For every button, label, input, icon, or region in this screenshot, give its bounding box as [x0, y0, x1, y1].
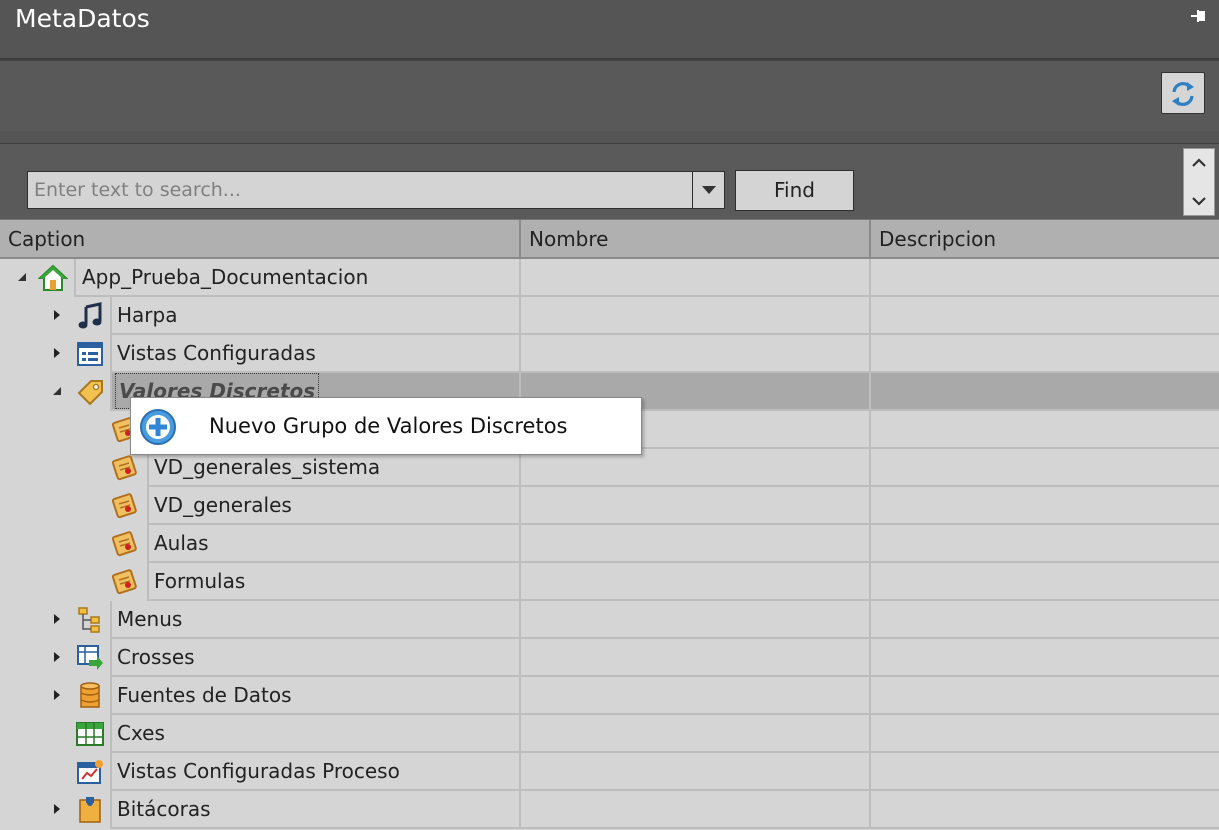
descripcion-cell[interactable]	[871, 715, 1219, 753]
collapsed-arrow-icon[interactable]	[51, 651, 63, 663]
descripcion-cell[interactable]	[871, 373, 1219, 411]
form-list-icon	[75, 339, 105, 369]
tree-node-label: Formulas	[154, 569, 246, 593]
tree-row[interactable]: VD_generales	[0, 487, 1219, 525]
tree-node-label: Aulas	[154, 531, 209, 555]
search-dropdown-button[interactable]	[692, 171, 725, 209]
nombre-cell[interactable]	[521, 487, 871, 525]
chevron-up-icon[interactable]	[1191, 155, 1207, 171]
pin-icon[interactable]	[1190, 8, 1208, 26]
value-group-icon	[110, 529, 140, 559]
tree-node-label: Crosses	[117, 645, 195, 669]
expanded-arrow-icon[interactable]	[16, 271, 28, 283]
tree-row[interactable]: Cxes	[0, 715, 1219, 753]
tree-node-label: Menus	[117, 607, 183, 631]
tree-node-label: App_Prueba_Documentacion	[82, 265, 369, 289]
collapsed-arrow-icon[interactable]	[51, 613, 63, 625]
tree-row[interactable]: Formulas	[0, 563, 1219, 601]
tree-row[interactable]: Vistas Configuradas Proceso	[0, 753, 1219, 791]
descripcion-cell[interactable]	[871, 639, 1219, 677]
nombre-cell[interactable]	[521, 259, 871, 297]
descripcion-cell[interactable]	[871, 563, 1219, 601]
nombre-cell[interactable]	[521, 525, 871, 563]
descripcion-cell[interactable]	[871, 677, 1219, 715]
refresh-button[interactable]	[1161, 72, 1205, 114]
value-group-icon	[110, 567, 140, 597]
chevron-down-icon[interactable]	[1191, 193, 1207, 209]
descripcion-cell[interactable]	[871, 791, 1219, 829]
nombre-cell[interactable]	[521, 715, 871, 753]
toolbar	[0, 59, 1219, 133]
tree-row[interactable]: Crosses	[0, 639, 1219, 677]
value-group-icon	[110, 491, 140, 521]
tag-icon	[75, 377, 105, 407]
crosses-icon	[75, 643, 105, 673]
tree-row[interactable]: Harpa	[0, 297, 1219, 335]
tree-row[interactable]: Aulas	[0, 525, 1219, 563]
descripcion-cell[interactable]	[871, 411, 1219, 449]
descripcion-cell[interactable]	[871, 449, 1219, 487]
add-circle-icon	[140, 409, 176, 445]
descripcion-cell[interactable]	[871, 297, 1219, 335]
tree-node-label: Vistas Configuradas	[117, 341, 316, 365]
grid-icon	[75, 719, 105, 749]
nombre-cell[interactable]	[521, 297, 871, 335]
menu-tree-icon	[75, 605, 105, 635]
expanded-arrow-icon[interactable]	[51, 385, 63, 397]
collapsed-arrow-icon[interactable]	[51, 689, 63, 701]
nombre-cell[interactable]	[521, 791, 871, 829]
caption-cell[interactable]	[110, 715, 521, 753]
descripcion-cell[interactable]	[871, 601, 1219, 639]
search-input[interactable]	[27, 171, 693, 209]
tree-node-label: Bitácoras	[117, 797, 211, 821]
nombre-cell[interactable]	[521, 753, 871, 791]
descripcion-cell[interactable]	[871, 487, 1219, 525]
collapsed-arrow-icon[interactable]	[51, 803, 63, 815]
home-icon	[37, 263, 69, 293]
grid-header: Caption Nombre Descripcion	[0, 219, 1219, 259]
music-note-icon	[75, 301, 105, 331]
context-menu-item-new-group[interactable]: Nuevo Grupo de Valores Discretos	[209, 398, 568, 454]
panel-title: MetaDatos	[15, 4, 150, 33]
column-header-descripcion[interactable]: Descripcion	[871, 220, 1219, 258]
panel-title-bar: MetaDatos	[0, 0, 1219, 59]
database-icon	[75, 681, 105, 711]
tree-row[interactable]: Fuentes de Datos	[0, 677, 1219, 715]
nombre-cell[interactable]	[521, 335, 871, 373]
tree-row[interactable]: Vistas Configuradas	[0, 335, 1219, 373]
process-view-icon	[75, 757, 105, 787]
nombre-cell[interactable]	[521, 677, 871, 715]
nombre-cell[interactable]	[521, 563, 871, 601]
tree-row[interactable]: Bitácoras	[0, 791, 1219, 829]
collapsed-arrow-icon[interactable]	[51, 347, 63, 359]
column-header-nombre[interactable]: Nombre	[521, 220, 871, 258]
context-menu: Nuevo Grupo de Valores Discretos	[130, 397, 642, 455]
tree-node-label: VD_generales	[154, 493, 292, 517]
value-group-icon	[110, 453, 140, 483]
tree-node-label: Vistas Configuradas Proceso	[117, 759, 400, 783]
tree-row[interactable]: Menus	[0, 601, 1219, 639]
tree-grid: App_Prueba_Documentacion Harpa Vistas Conf…	[0, 259, 1219, 830]
descripcion-cell[interactable]	[871, 753, 1219, 791]
column-header-caption[interactable]: Caption	[0, 220, 521, 258]
panel-separator	[0, 131, 1219, 143]
collapsed-arrow-icon[interactable]	[51, 309, 63, 321]
descripcion-cell[interactable]	[871, 259, 1219, 297]
nombre-cell[interactable]	[521, 601, 871, 639]
vertical-scroller[interactable]	[1183, 148, 1215, 216]
tree-node-label: Cxes	[117, 721, 165, 745]
descripcion-cell[interactable]	[871, 335, 1219, 373]
find-button[interactable]: Find	[735, 170, 854, 211]
search-panel: Find	[0, 143, 1219, 220]
nombre-cell[interactable]	[521, 639, 871, 677]
log-book-icon	[75, 795, 105, 825]
tree-row[interactable]: App_Prueba_Documentacion	[0, 259, 1219, 297]
tree-node-label: Fuentes de Datos	[117, 683, 292, 707]
chevron-down-icon	[702, 186, 716, 194]
descripcion-cell[interactable]	[871, 525, 1219, 563]
refresh-icon	[1172, 82, 1194, 106]
tree-node-label: Harpa	[117, 303, 178, 327]
